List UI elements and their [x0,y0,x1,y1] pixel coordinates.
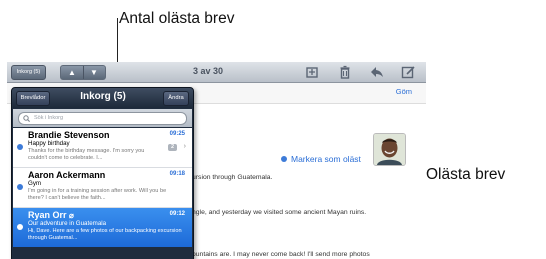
list-item[interactable]: Brandie Stevenson 09:25 Happy birthday T… [13,128,192,168]
message-sender: Aaron Ackermann [28,170,106,180]
toolbar: Inkorg (5) ▲ ▼ 3 av 30 [7,62,426,83]
mailboxes-button[interactable]: Brevlådor [16,91,50,106]
search-icon [23,115,30,122]
message-sender: Ryan Orr ⌀ [28,210,74,220]
thread-count-badge: 2 [168,144,177,151]
callout-unread-mail: Olästa brev [426,166,506,183]
edit-button[interactable]: Ändra [163,91,189,106]
unread-dot [17,224,23,230]
message-counter: 3 av 30 [193,66,224,76]
message-subject: Gym [28,180,42,187]
mark-as-unread-label: Markera som oläst [291,154,361,164]
reply-icon[interactable] [369,64,385,80]
folder-icon[interactable] [304,64,320,80]
message-body-line-2: ngle, and yesterday we visited some anci… [192,209,367,216]
message-navigation: ▲ ▼ [60,65,106,80]
search-input[interactable]: Sök i Inkorg [18,112,187,125]
message-preview: Hi, Dave. Here are a few photos of our b… [28,228,182,241]
message-time: 09:12 [169,211,185,217]
inbox-button[interactable]: Inkorg (5) [11,65,46,80]
search-placeholder: Sök i Inkorg [34,115,64,121]
previous-message-button[interactable]: ▲ [61,66,84,79]
message-preview: I'm going in for a training session afte… [28,188,167,201]
hide-button[interactable]: Göm [396,87,412,96]
message-time: 09:18 [169,171,185,177]
compose-icon[interactable] [400,64,416,80]
next-message-button[interactable]: ▼ [83,66,105,79]
inbox-popover: Brevlådor Inkorg (5) Ändra Sök i Inkorg … [11,87,194,259]
message-subject: Our adventure in Guatemala [28,220,107,227]
attachment-icon: ⌀ [69,211,74,220]
message-subject: Happy birthday [28,140,70,147]
popover-title: Inkorg (5) [80,91,126,102]
list-item[interactable]: Aaron Ackermann 09:18 Gym I'm going in f… [13,168,192,208]
message-body-line-3: ountains are. I may never come back! I'l… [192,251,370,258]
message-time: 09:25 [169,131,185,137]
search-bar: Sök i Inkorg [13,109,192,127]
down-arrow-icon: ▼ [90,68,98,77]
unread-dot [17,144,23,150]
sender-avatar [373,133,406,166]
trash-icon[interactable] [337,64,353,80]
message-preview: Thanks for the birthday message. I'm sor… [28,148,145,161]
up-arrow-icon: ▲ [68,68,76,77]
avatar-photo [374,134,405,165]
message-sender: Brandie Stevenson [28,130,110,140]
list-item-selected[interactable]: Ryan Orr ⌀ 09:12 Our adventure in Guatem… [13,208,192,247]
unread-indicator-dot [281,156,287,162]
unread-dot [17,184,23,190]
message-sender-name: Ryan Orr [28,210,67,220]
callout-unread-count: Antal olästa brev [119,10,235,27]
popover-header: Brevlådor Inkorg (5) Ändra [12,88,193,108]
message-body-line-1: ursion through Guatemala. [192,174,273,181]
mark-as-unread-link[interactable]: Markera som oläst [291,154,361,164]
mail-screen: Inkorg (5) ▲ ▼ 3 av 30 Göm Markera som o… [7,62,426,259]
chevron-right-icon: › [183,143,186,150]
